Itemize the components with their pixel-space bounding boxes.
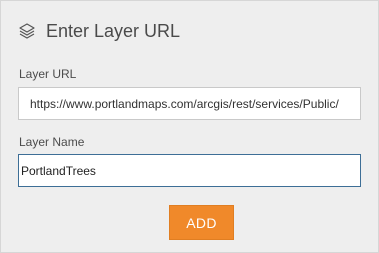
layer-name-label: Layer Name [19,135,85,149]
add-button[interactable]: ADD [169,205,234,240]
page-title: Enter Layer URL [46,20,181,41]
layer-url-input[interactable] [18,87,361,120]
panel-header: Enter Layer URL [18,19,180,43]
enter-layer-url-panel: Enter Layer URL Layer URL Layer Name ADD [0,0,379,253]
layer-url-label: Layer URL [19,67,77,81]
layer-name-input[interactable] [18,154,361,187]
layers-icon [18,22,36,40]
